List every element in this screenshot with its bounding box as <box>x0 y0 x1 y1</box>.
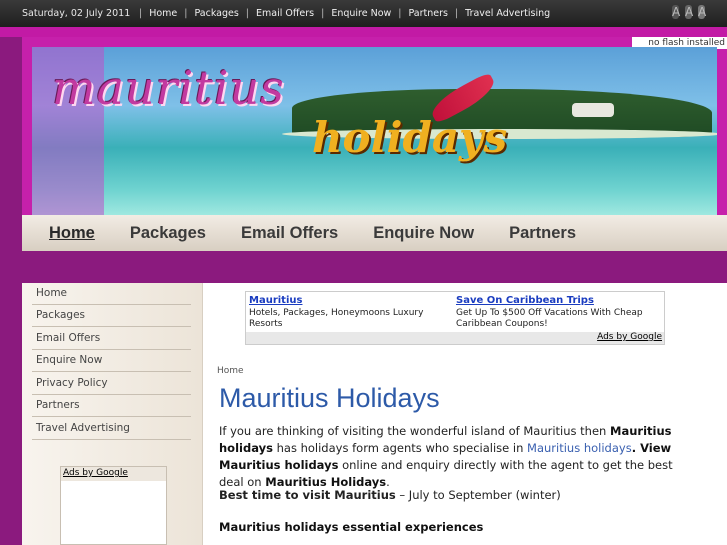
ads-by-google-link[interactable]: Ads by Google <box>246 332 664 344</box>
sidebar-item-partners[interactable]: Partners <box>32 395 191 417</box>
current-date: Saturday, 02 July 2011 <box>22 8 131 19</box>
breadcrumb[interactable]: Home <box>217 366 244 376</box>
ad-item: Mauritius Hotels, Packages, Honeymoons L… <box>249 295 454 330</box>
sidebar-item-privacy-policy[interactable]: Privacy Policy <box>32 373 191 395</box>
ad-item: Save On Caribbean Trips Get Up To $500 O… <box>456 295 661 330</box>
nav-packages[interactable]: Packages <box>130 224 206 243</box>
ad-description: Get Up To $500 Off Vacations With Cheap … <box>456 308 643 329</box>
sidebar-item-packages[interactable]: Packages <box>32 305 191 327</box>
text: If you are thinking of visiting the wond… <box>219 424 610 438</box>
sidebar-item-email-offers[interactable]: Email Offers <box>32 328 191 350</box>
sidebar-item-home[interactable]: Home <box>32 283 191 305</box>
top-link-home[interactable]: Home <box>149 8 177 19</box>
text-size-large-button[interactable]: A <box>698 5 706 19</box>
separator: | <box>398 8 402 19</box>
text: – July to September (winter) <box>395 488 561 502</box>
page-title: Mauritius Holidays <box>219 383 440 413</box>
separator: | <box>139 8 143 19</box>
bold-text: . View <box>631 441 672 455</box>
banner-title-holidays: holidays <box>312 113 508 162</box>
nav-email-offers[interactable]: Email Offers <box>241 224 338 243</box>
experiences-heading: Mauritius holidays essential experiences <box>219 520 484 534</box>
ad-unit: Mauritius Hotels, Packages, Honeymoons L… <box>245 291 665 345</box>
ad-title-caribbean[interactable]: Save On Caribbean Trips <box>456 295 661 306</box>
nav-partners[interactable]: Partners <box>509 224 576 243</box>
nav-home[interactable]: Home <box>49 224 95 243</box>
separator: | <box>321 8 325 19</box>
banner-title-mauritius: mauritius <box>52 61 285 115</box>
sidebar-item-travel-advertising[interactable]: Travel Advertising <box>32 418 191 440</box>
top-link-enquire-now[interactable]: Enquire Now <box>331 8 391 19</box>
top-link-packages[interactable]: Packages <box>194 8 238 19</box>
bold-text: Mauritius holidays <box>219 458 339 472</box>
sidebar-ad-box: Ads by Google <box>60 466 167 545</box>
separator: | <box>245 8 249 19</box>
text: has holidays form agents who specialise … <box>272 441 528 455</box>
mauritius-holidays-link[interactable]: Mauritius holidays <box>527 441 632 455</box>
top-link-partners[interactable]: Partners <box>408 8 447 19</box>
bold-text: Best time to visit Mauritius <box>219 488 396 502</box>
header-banner: mauritius holidays <box>32 47 717 215</box>
header: no flash installed mauritius holidays Ho… <box>22 37 727 251</box>
text-size-small-button[interactable]: A <box>672 5 680 19</box>
top-link-email-offers[interactable]: Email Offers <box>256 8 314 19</box>
sidebar: Home Packages Email Offers Enquire Now P… <box>22 283 203 545</box>
hut-image <box>572 103 614 117</box>
sidebar-item-enquire-now[interactable]: Enquire Now <box>32 350 191 372</box>
text-size-medium-button[interactable]: A <box>685 5 693 19</box>
text: . <box>386 475 390 489</box>
top-links: | Home | Packages | Email Offers | Enqui… <box>132 8 550 19</box>
main-content: Mauritius Hotels, Packages, Honeymoons L… <box>203 283 727 545</box>
separator: | <box>184 8 188 19</box>
best-time-paragraph: Best time to visit Mauritius – July to S… <box>219 488 561 502</box>
separator: | <box>454 8 459 19</box>
sidebar-ads-by-google-link[interactable]: Ads by Google <box>61 467 166 481</box>
top-link-travel-advertising[interactable]: Travel Advertising <box>465 8 550 19</box>
bold-text: Mauritius Holidays <box>265 475 387 489</box>
main-navigation: Home Packages Email Offers Enquire Now P… <box>22 215 727 251</box>
ad-title-mauritius[interactable]: Mauritius <box>249 295 454 306</box>
ad-description: Hotels, Packages, Honeymoons Luxury Reso… <box>249 308 424 329</box>
top-bar: Saturday, 02 July 2011 | Home | Packages… <box>0 0 727 27</box>
nav-enquire-now[interactable]: Enquire Now <box>373 224 474 243</box>
header-strip <box>0 27 727 37</box>
intro-paragraph: If you are thinking of visiting the wond… <box>219 423 689 491</box>
text-size-controls: A A A <box>672 5 706 19</box>
content-area: Home Packages Email Offers Enquire Now P… <box>22 283 727 545</box>
